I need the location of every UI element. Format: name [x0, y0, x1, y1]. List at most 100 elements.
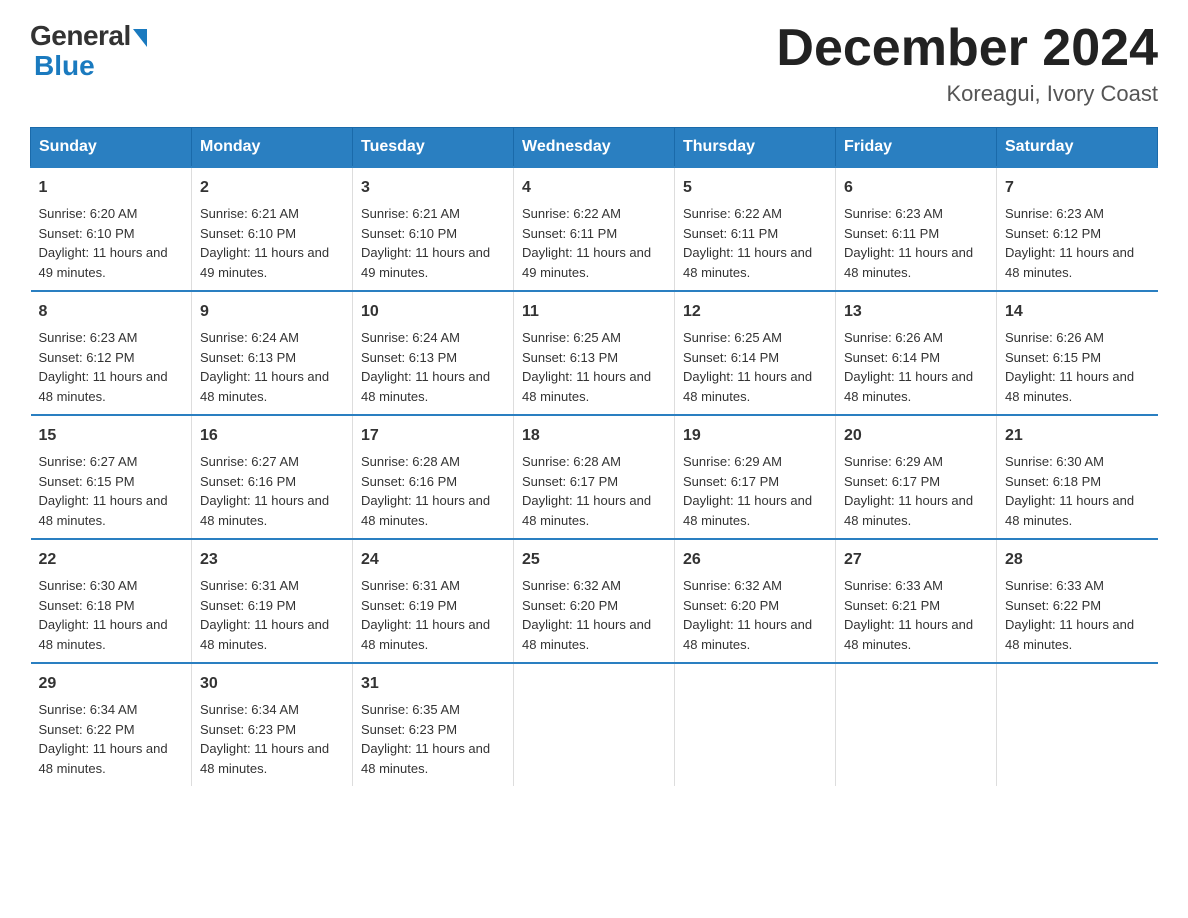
daylight-text: Daylight: 11 hours and 49 minutes.	[200, 245, 329, 280]
sunset-text: Sunset: 6:21 PM	[844, 598, 940, 613]
day-number: 18	[522, 424, 666, 448]
sunrise-text: Sunrise: 6:29 AM	[683, 454, 782, 469]
week-row-2: 8 Sunrise: 6:23 AM Sunset: 6:12 PM Daylight…	[31, 291, 1158, 415]
day-number: 23	[200, 548, 344, 572]
daylight-text: Daylight: 11 hours and 48 minutes.	[39, 617, 168, 652]
day-cell: 17Sunrise: 6:28 AMSunset: 6:16 PMDayligh…	[353, 415, 514, 539]
day-cell: 31Sunrise: 6:35 AMSunset: 6:23 PMDayligh…	[353, 663, 514, 786]
sunrise-text: Sunrise: 6:32 AM	[683, 578, 782, 593]
sunrise-text: Sunrise: 6:28 AM	[522, 454, 621, 469]
daylight-text: Daylight: 11 hours and 48 minutes.	[844, 245, 973, 280]
day-cell: 15Sunrise: 6:27 AMSunset: 6:15 PMDayligh…	[31, 415, 192, 539]
day-cell: 2Sunrise: 6:21 AMSunset: 6:10 PMDaylight…	[192, 167, 353, 291]
daylight-text: Daylight: 11 hours and 48 minutes.	[522, 369, 651, 404]
day-cell: 12Sunrise: 6:25 AMSunset: 6:14 PMDayligh…	[675, 291, 836, 415]
day-cell	[836, 663, 997, 786]
day-cell: 26 Sunrise: 6:32 AM Sunset: 6:20 PM Dayligh…	[675, 539, 836, 663]
sunrise-text: Sunrise: 6:27 AM	[39, 454, 138, 469]
sunrise-text: Sunrise: 6:23 AM	[844, 206, 943, 221]
daylight-text: Daylight: 11 hours and 48 minutes.	[361, 369, 490, 404]
day-number: 17	[361, 424, 505, 448]
sunset-text: Sunset: 6:13 PM	[361, 350, 457, 365]
sunrise-text: Sunrise: 6:30 AM	[39, 578, 138, 593]
sunrise-text: Sunrise: 6:32 AM	[522, 578, 621, 593]
sunrise-text: Sunrise: 6:24 AM	[361, 330, 460, 345]
logo-general-text: General	[30, 20, 131, 52]
daylight-text: Daylight: 11 hours and 48 minutes.	[200, 493, 329, 528]
sunrise-text: Sunrise: 6:23 AM	[39, 330, 138, 345]
day-cell: 27Sunrise: 6:33 AMSunset: 6:21 PMDayligh…	[836, 539, 997, 663]
daylight-text: Daylight: 11 hours and 48 minutes.	[1005, 493, 1134, 528]
day-number: 30	[200, 672, 344, 696]
sunrise-text: Sunrise: 6:35 AM	[361, 702, 460, 717]
day-number: 1	[39, 176, 184, 200]
day-cell: 22Sunrise: 6:30 AMSunset: 6:18 PMDayligh…	[31, 539, 192, 663]
sunset-text: Sunset: 6:17 PM	[522, 474, 618, 489]
daylight-text: Daylight: 11 hours and 48 minutes.	[39, 369, 168, 404]
daylight-text: Daylight: 11 hours and 48 minutes.	[1005, 245, 1134, 280]
sunset-text: Sunset: 6:23 PM	[200, 722, 296, 737]
logo-arrow-icon	[133, 29, 147, 47]
sunrise-text: Sunrise: 6:21 AM	[200, 206, 299, 221]
sunrise-text: Sunrise: 6:31 AM	[361, 578, 460, 593]
week-row-1: 1Sunrise: 6:20 AMSunset: 6:10 PMDaylight…	[31, 167, 1158, 291]
header-row: SundayMondayTuesdayWednesdayThursdayFrid…	[31, 128, 1158, 168]
daylight-text: Daylight: 11 hours and 48 minutes.	[1005, 369, 1134, 404]
day-number: 2	[200, 176, 344, 200]
day-cell: 30Sunrise: 6:34 AMSunset: 6:23 PMDayligh…	[192, 663, 353, 786]
sunset-text: Sunset: 6:20 PM	[683, 598, 779, 613]
day-cell: 23Sunrise: 6:31 AMSunset: 6:19 PMDayligh…	[192, 539, 353, 663]
day-number: 24	[361, 548, 505, 572]
sunrise-text: Sunrise: 6:25 AM	[683, 330, 782, 345]
day-cell: 16Sunrise: 6:27 AMSunset: 6:16 PMDayligh…	[192, 415, 353, 539]
day-cell	[675, 663, 836, 786]
sunrise-text: Sunrise: 6:29 AM	[844, 454, 943, 469]
sunset-text: Sunset: 6:10 PM	[361, 226, 457, 241]
day-cell: 10 Sunrise: 6:24 AM Sunset: 6:13 PM Dayligh…	[353, 291, 514, 415]
daylight-text: Daylight: 11 hours and 48 minutes.	[361, 493, 490, 528]
title-block: December 2024 Koreagui, Ivory Coast	[776, 20, 1158, 107]
sunrise-text: Sunrise: 6:33 AM	[1005, 578, 1104, 593]
day-number: 10	[361, 300, 505, 324]
daylight-text: Daylight: 11 hours and 48 minutes.	[39, 741, 168, 776]
day-number: 8	[39, 300, 184, 324]
day-cell: 11Sunrise: 6:25 AMSunset: 6:13 PMDayligh…	[514, 291, 675, 415]
sunset-text: Sunset: 6:11 PM	[522, 226, 617, 241]
day-number: 21	[1005, 424, 1150, 448]
day-number: 3	[361, 176, 505, 200]
sunset-text: Sunset: 6:14 PM	[844, 350, 940, 365]
day-number: 13	[844, 300, 988, 324]
week-row-3: 15 Sunrise: 6:27 AM Sunset: 6:15 PM Dayligh…	[31, 415, 1158, 539]
day-cell: 5Sunrise: 6:22 AMSunset: 6:11 PMDaylight…	[675, 167, 836, 291]
day-number: 6	[844, 176, 988, 200]
location: Koreagui, Ivory Coast	[776, 81, 1158, 107]
day-number: 16	[200, 424, 344, 448]
sunset-text: Sunset: 6:11 PM	[844, 226, 939, 241]
daylight-text: Daylight: 11 hours and 48 minutes.	[522, 493, 651, 528]
sunset-text: Sunset: 6:12 PM	[1005, 226, 1101, 241]
day-cell: 20Sunrise: 6:29 AMSunset: 6:17 PMDayligh…	[836, 415, 997, 539]
day-number: 28	[1005, 548, 1150, 572]
day-cell: 3Sunrise: 6:21 AMSunset: 6:10 PMDaylight…	[353, 167, 514, 291]
sunset-text: Sunset: 6:15 PM	[39, 474, 135, 489]
daylight-text: Daylight: 11 hours and 48 minutes.	[683, 617, 812, 652]
day-number: 26	[683, 548, 827, 572]
day-number: 20	[844, 424, 988, 448]
day-number: 25	[522, 548, 666, 572]
day-number: 15	[39, 424, 184, 448]
daylight-text: Daylight: 11 hours and 48 minutes.	[361, 617, 490, 652]
sunset-text: Sunset: 6:20 PM	[522, 598, 618, 613]
sunrise-text: Sunrise: 6:30 AM	[1005, 454, 1104, 469]
sunset-text: Sunset: 6:12 PM	[39, 350, 135, 365]
sunrise-text: Sunrise: 6:24 AM	[200, 330, 299, 345]
daylight-text: Daylight: 11 hours and 48 minutes.	[683, 493, 812, 528]
daylight-text: Daylight: 11 hours and 48 minutes.	[683, 245, 812, 280]
sunrise-text: Sunrise: 6:27 AM	[200, 454, 299, 469]
sunrise-text: Sunrise: 6:21 AM	[361, 206, 460, 221]
header-thursday: Thursday	[675, 128, 836, 168]
sunset-text: Sunset: 6:19 PM	[200, 598, 296, 613]
sunset-text: Sunset: 6:15 PM	[1005, 350, 1101, 365]
month-title: December 2024	[776, 20, 1158, 77]
week-row-4: 22Sunrise: 6:30 AMSunset: 6:18 PMDayligh…	[31, 539, 1158, 663]
day-cell: 14Sunrise: 6:26 AMSunset: 6:15 PMDayligh…	[997, 291, 1158, 415]
